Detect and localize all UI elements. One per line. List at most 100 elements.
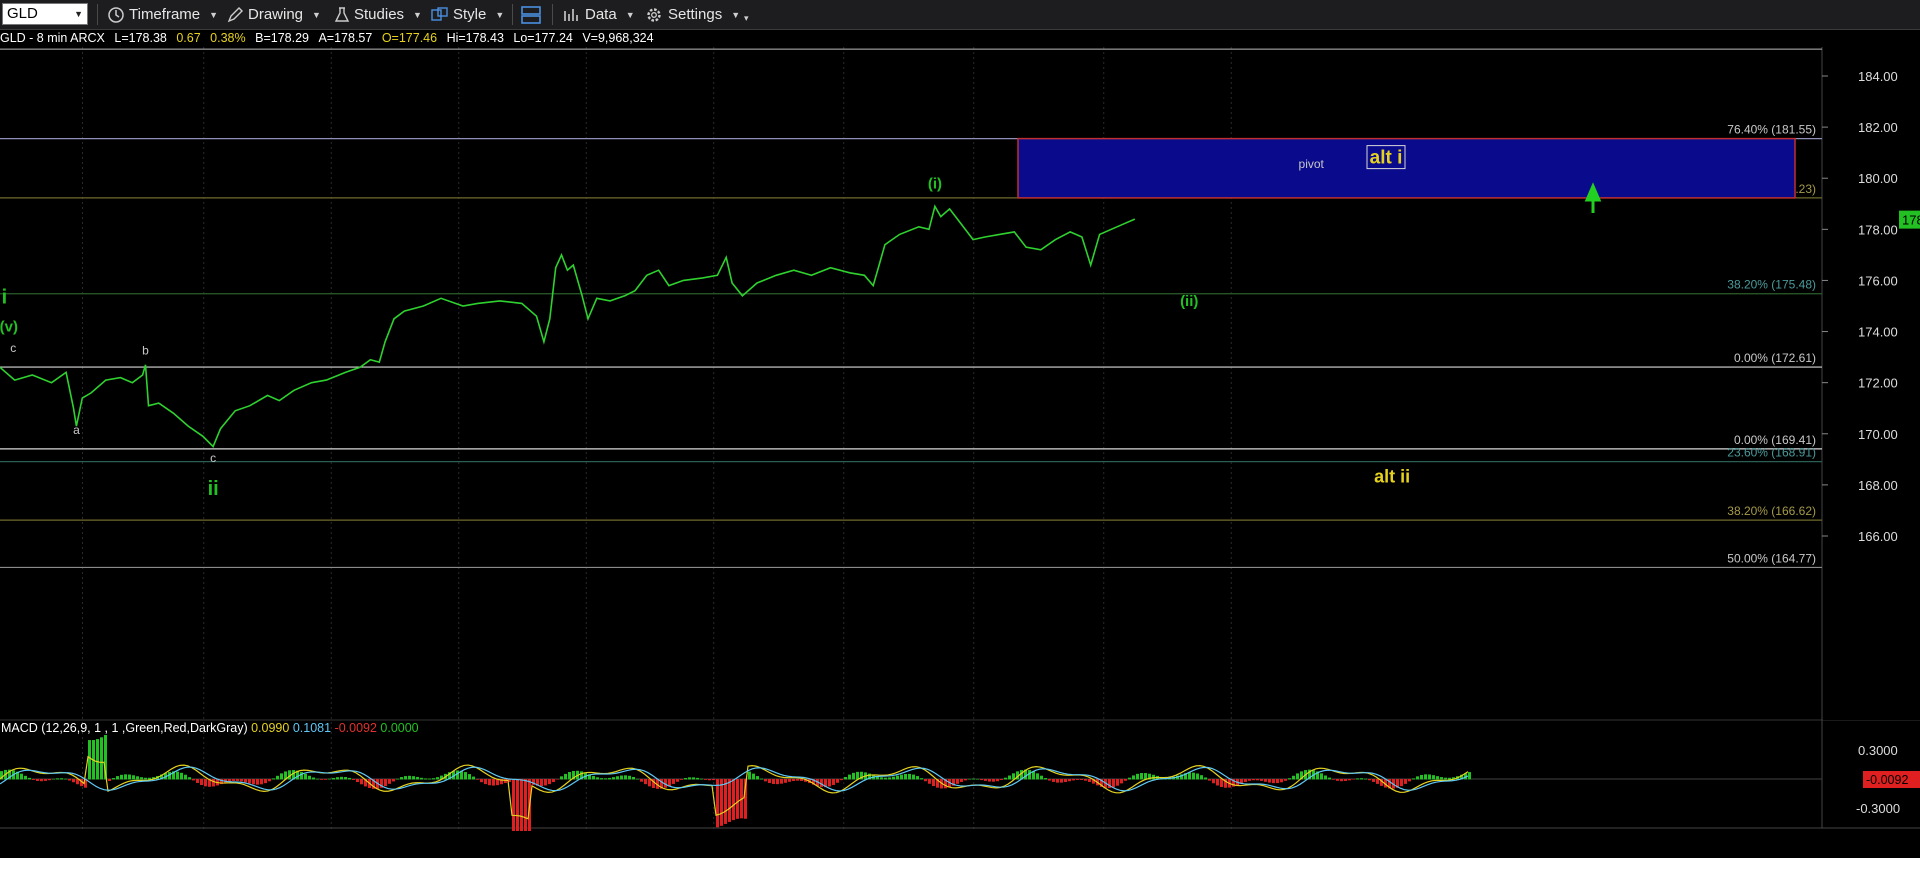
- macd-hist-bar: [188, 777, 191, 780]
- macd-hist-bar: [1204, 777, 1207, 780]
- info-change: 0.67: [176, 31, 201, 45]
- macd-hist-bar: [348, 777, 351, 780]
- macd-hist-bar: [184, 774, 187, 780]
- macd-hist-bar: [704, 779, 707, 780]
- macd-hist-bar: [316, 778, 319, 780]
- macd-hist-bar: [1112, 779, 1115, 788]
- macd-hist-bar: [176, 771, 179, 780]
- wave-label: (v): [0, 319, 18, 336]
- macd-hist-bar: [1340, 779, 1343, 782]
- macd-hist-bar: [592, 775, 595, 780]
- macd-hist-bar: [924, 779, 927, 782]
- chart-layout-button[interactable]: [520, 0, 542, 29]
- macd-hist-bar: [964, 779, 967, 781]
- macd-hist-bar: [1248, 779, 1251, 781]
- macd-hist-bar: [728, 779, 731, 822]
- macd-hist-bar: [980, 779, 983, 781]
- symbol-input[interactable]: GLD ▼: [2, 3, 88, 25]
- macd-hist-bar: [40, 779, 43, 782]
- alt-i-label: alt i: [1370, 148, 1403, 169]
- macd-hist-bar: [828, 779, 831, 787]
- macd-hist-bar: [280, 773, 283, 780]
- macd-hist-bar: [108, 779, 111, 781]
- macd-hist-bar: [1216, 779, 1219, 786]
- macd-hist-bar: [1428, 774, 1431, 780]
- macd-hist-bar: [428, 778, 431, 780]
- macd-hist-bar: [436, 777, 439, 780]
- macd-hist-bar: [776, 779, 779, 785]
- macd-hist-bar: [484, 779, 487, 785]
- style-label: Style: [453, 6, 487, 23]
- macd-hist-bar: [1188, 772, 1191, 780]
- price-tick-label: 172.00: [1858, 376, 1898, 391]
- macd-hist-bar: [488, 779, 491, 786]
- macd-hist-bar: [552, 779, 555, 783]
- macd-hist-bar: [680, 779, 683, 780]
- macd-hist-bar: [908, 773, 911, 780]
- macd-hist-bar: [1348, 779, 1351, 781]
- toolbar-overflow[interactable]: ▾: [744, 4, 749, 33]
- macd-hist-bar: [328, 778, 331, 780]
- macd-hist-bar: [1320, 773, 1323, 780]
- studies-menu[interactable]: Studies ▼: [334, 0, 422, 29]
- studies-label: Studies: [354, 6, 405, 23]
- style-menu[interactable]: Style ▼: [430, 0, 504, 29]
- wave-label: c: [10, 341, 16, 355]
- macd-hist-bar: [852, 772, 855, 780]
- chevron-down-icon: ▼: [209, 9, 219, 20]
- macd-hist-bar: [788, 779, 791, 782]
- macd-hist-bar: [712, 779, 715, 781]
- macd-hist-bar: [644, 779, 647, 785]
- macd-hist-bar: [212, 779, 215, 787]
- price-tick-label: 170.00: [1858, 427, 1898, 442]
- macd-hist-bar: [28, 777, 31, 780]
- price-tick-label: 168.00: [1858, 478, 1898, 493]
- macd-hist-bar: [988, 779, 991, 782]
- style-icon: [431, 6, 448, 21]
- macd-axis-label: 0.3000: [1858, 743, 1898, 758]
- data-menu[interactable]: Data ▼: [562, 0, 635, 29]
- macd-hist-bar: [132, 775, 135, 780]
- price-axis[interactable]: 184.00 182.00 180.00 178.00 176.00 174.00 172.…: [1822, 47, 1920, 720]
- macd-hist-bar: [840, 779, 843, 781]
- macd-hist-bar: [848, 774, 851, 780]
- macd-hist-bar: [792, 779, 795, 782]
- macd-hist-bar: [968, 778, 971, 780]
- clock-icon: [108, 6, 124, 23]
- macd-hist-bar: [1060, 779, 1063, 783]
- macd-hist-bar: [516, 779, 519, 832]
- macd-hist-bar: [1044, 778, 1047, 780]
- macd-hist-bar: [256, 779, 259, 785]
- macd-hist-bar: [752, 773, 755, 780]
- wave-label: pivot: [1299, 157, 1325, 171]
- macd-hist-bar: [128, 774, 131, 780]
- time-axis[interactable]: 5/1110:005/1215:005/1310:005/1410:005/17…: [0, 831, 1920, 832]
- macd-hist-bar: [124, 774, 127, 780]
- price-tick-label: 184.00: [1858, 69, 1898, 84]
- chevron-down-icon: ▼: [731, 9, 741, 20]
- macd-hist-bar: [596, 777, 599, 780]
- price-tick-label: 182.00: [1858, 120, 1898, 135]
- macd-value: 0.0990: [251, 721, 293, 735]
- macd-hist-bar: [548, 779, 551, 785]
- macd-hist-bar: [468, 774, 471, 780]
- drawing-menu[interactable]: Drawing ▼: [226, 0, 321, 29]
- macd-hist-bar: [1408, 779, 1411, 782]
- chart-area[interactable]: 76.40% (181.55)61.80% (179.23)38.20% (17…: [0, 47, 1920, 832]
- macd-hist-bar: [260, 779, 263, 785]
- chevron-down-icon[interactable]: ▼: [74, 4, 83, 24]
- macd-zero-value: 0.0000: [380, 721, 418, 735]
- settings-menu[interactable]: Settings ▼: [645, 0, 740, 29]
- macd-hist-bar: [304, 773, 307, 780]
- macd-hist-bar: [1088, 779, 1091, 782]
- macd-hist-bar: [456, 770, 459, 780]
- macd-hist-bar: [708, 779, 711, 781]
- macd-hist-bar: [512, 779, 515, 832]
- macd-hist-bar: [68, 779, 71, 781]
- timeframe-menu[interactable]: Timeframe ▼: [107, 0, 218, 29]
- macd-hist-bar: [240, 779, 243, 782]
- macd-hist-bar: [916, 776, 919, 780]
- macd-hist-bar: [920, 778, 923, 780]
- macd-hist-bar: [1116, 779, 1119, 786]
- price-tick-label: 176.00: [1858, 273, 1898, 288]
